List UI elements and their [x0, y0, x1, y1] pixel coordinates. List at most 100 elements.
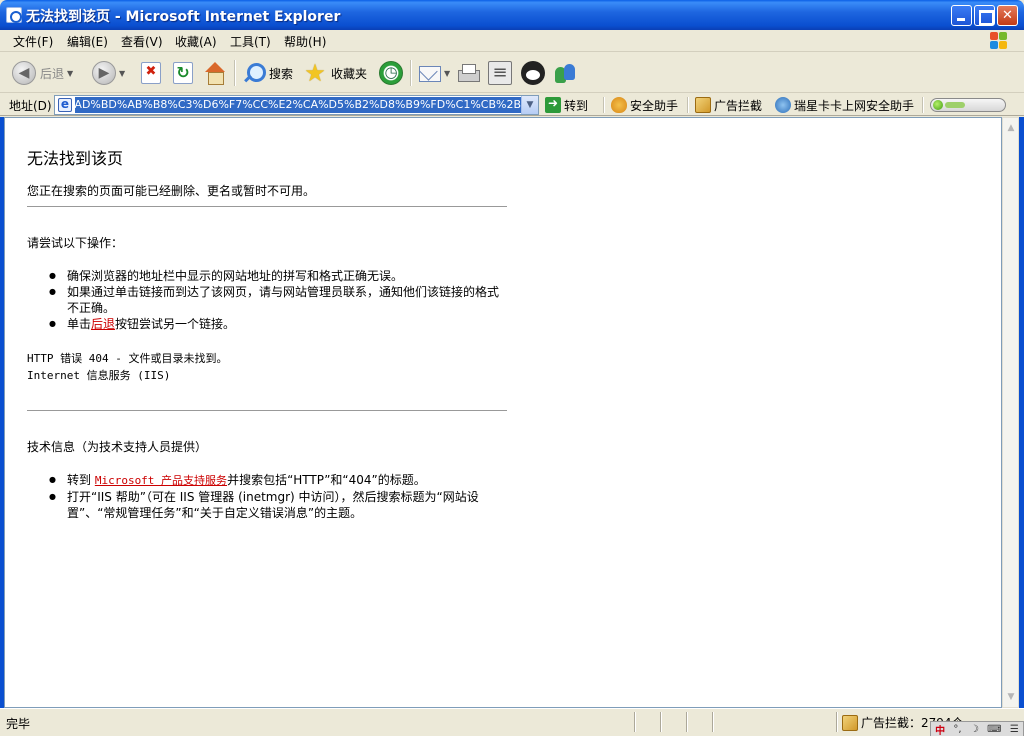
- ie-app-icon[interactable]: [6, 7, 22, 23]
- list-item-text: 确保浏览器的地址栏中显示的网站地址的拼写和格式正确无误。: [67, 269, 404, 283]
- try-list: 确保浏览器的地址栏中显示的网站地址的拼写和格式正确无误。 如果通过单击链接而到达…: [49, 268, 507, 332]
- menu-help[interactable]: 帮助(H): [284, 33, 326, 50]
- server-text: Internet 信息服务 (IIS): [27, 369, 171, 382]
- adblock-label: 广告拦截: [714, 98, 763, 113]
- status-text: 完毕: [6, 717, 31, 731]
- favorites-button[interactable]: 收藏夹: [303, 59, 367, 87]
- mail-dropdown-icon[interactable]: ▼: [444, 69, 450, 78]
- mail-icon: [417, 61, 441, 85]
- go-button[interactable]: 转到: [545, 96, 588, 114]
- forward-dropdown-icon[interactable]: ▼: [119, 69, 125, 78]
- ms-support-link[interactable]: Microsoft 产品支持服务: [95, 474, 227, 487]
- window-border-right: [1019, 117, 1024, 736]
- slider-fill: [945, 102, 965, 108]
- home-icon: [203, 61, 227, 85]
- print-button[interactable]: [456, 59, 480, 87]
- addressbar-separator: [687, 97, 689, 113]
- home-button[interactable]: [203, 59, 227, 87]
- addressbar-separator: [603, 97, 605, 113]
- list-item: 确保浏览器的地址栏中显示的网站地址的拼写和格式正确无误。: [49, 268, 507, 284]
- refresh-icon: [173, 62, 193, 84]
- security-label: 安全助手: [630, 98, 679, 113]
- list-item-text: 打开“IIS 帮助”（可在 IIS 管理器 (inetmgr) 中访问），然后搜…: [67, 490, 479, 520]
- menu-tools[interactable]: 工具(T): [230, 33, 271, 50]
- forward-icon: [92, 61, 116, 85]
- title-bar[interactable]: 无法找到该页 - Microsoft Internet Explorer: [0, 0, 1024, 30]
- forward-button[interactable]: ▼: [92, 59, 125, 87]
- menu-bar: 文件(F) 编辑(E) 查看(V) 收藏(A) 工具(T) 帮助(H): [0, 30, 1024, 52]
- addressbar-separator: [922, 97, 924, 113]
- favorites-icon: [303, 59, 327, 87]
- address-dropdown-icon[interactable]: ▼: [521, 96, 538, 114]
- list-item-text: 如果通过单击链接而到达了该网页，请与网站管理员联系，通知他们该链接的格式不正确。: [67, 285, 500, 315]
- shield-icon: [611, 97, 627, 113]
- slider-knob-icon[interactable]: [933, 100, 943, 110]
- go-label: 转到: [564, 98, 589, 113]
- tech-list: 转到 Microsoft 产品支持服务并搜索包括“HTTP”和“404”的标题。…: [49, 472, 507, 521]
- history-button[interactable]: [379, 59, 403, 87]
- menu-edit[interactable]: 编辑(E): [67, 33, 108, 50]
- statusbar-separator: [712, 712, 714, 732]
- messenger-button[interactable]: [553, 59, 577, 87]
- intro-text: 您正在搜索的页面可能已经删除、更名或暂时不可用。: [27, 184, 316, 198]
- page-content: 无法找到该页 您正在搜索的页面可能已经删除、更名或暂时不可用。 请尝试以下操作：…: [4, 117, 1002, 708]
- go-icon: [545, 96, 561, 113]
- divider: [27, 410, 507, 411]
- edit-icon: [488, 61, 512, 85]
- back-label: 后退: [40, 66, 65, 81]
- list-item: 打开“IIS 帮助”（可在 IIS 管理器 (inetmgr) 中访问），然后搜…: [49, 489, 507, 521]
- scroll-up-icon[interactable]: ▲: [1004, 120, 1018, 136]
- back-dropdown-icon[interactable]: ▼: [67, 69, 73, 78]
- ime-toolbar[interactable]: 中 °, ☽ ⌨ ☰: [930, 721, 1024, 736]
- search-button[interactable]: 搜索: [241, 59, 293, 87]
- close-button[interactable]: [997, 5, 1018, 26]
- list-item-text: 并搜索包括“HTTP”和“404”的标题。: [227, 473, 426, 487]
- standard-toolbar: 后退 ▼ ▼ 搜索 收藏夹 ▼: [0, 53, 1024, 93]
- security-level-slider[interactable]: [930, 98, 1006, 112]
- menu-file[interactable]: 文件(F): [13, 33, 53, 50]
- ime-punct-icon[interactable]: °,: [953, 724, 961, 735]
- windows-logo-icon: [988, 31, 1010, 51]
- page-icon: [58, 97, 72, 112]
- rising-label: 瑞星卡卡上网安全助手: [794, 98, 915, 113]
- search-label: 搜索: [269, 66, 294, 81]
- rising-assistant-button[interactable]: 瑞星卡卡上网安全助手: [775, 96, 914, 114]
- status-bar: 完毕 广告拦截：2794个 中 °, ☽ ⌨ ☰: [0, 708, 1024, 736]
- refresh-button[interactable]: [173, 59, 193, 87]
- menu-view[interactable]: 查看(V): [121, 33, 163, 50]
- menu-favorites[interactable]: 收藏(A): [175, 33, 217, 50]
- security-assistant-button[interactable]: 安全助手: [611, 96, 678, 114]
- ime-moon-icon[interactable]: ☽: [970, 724, 979, 735]
- qq-button[interactable]: [521, 59, 545, 87]
- favorites-label: 收藏夹: [331, 66, 368, 81]
- back-button[interactable]: 后退 ▼: [12, 59, 73, 87]
- ime-menu-icon[interactable]: ☰: [1010, 724, 1019, 735]
- toolbar-separator: [410, 60, 412, 86]
- maximize-button[interactable]: [974, 5, 995, 26]
- statusbar-separator: [634, 712, 636, 732]
- msn-icon: [553, 61, 577, 85]
- adblock-button[interactable]: 广告拦截: [695, 96, 762, 114]
- scroll-down-icon[interactable]: ▼: [1004, 689, 1018, 705]
- back-icon: [12, 61, 36, 85]
- list-item: 转到 Microsoft 产品支持服务并搜索包括“HTTP”和“404”的标题。: [49, 472, 507, 489]
- page-heading: 无法找到该页: [27, 149, 124, 168]
- vertical-scrollbar[interactable]: ▲ ▼: [1002, 117, 1019, 708]
- rising-icon: [775, 97, 791, 113]
- address-url[interactable]: BE%AD%BD%AB%B8%C3%D6%F7%CC%E2%CA%D5%B2%D…: [75, 97, 521, 113]
- address-input[interactable]: BE%AD%BD%AB%B8%C3%D6%F7%CC%E2%CA%D5%B2%D…: [54, 95, 539, 115]
- list-item: 单击后退按钮尝试另一个链接。: [49, 316, 507, 332]
- ime-logo-icon[interactable]: 中: [935, 722, 945, 736]
- list-item: 如果通过单击链接而到达了该网页，请与网站管理员联系，通知他们该链接的格式不正确。: [49, 284, 507, 316]
- minimize-button[interactable]: [951, 5, 972, 26]
- error-code-text: HTTP 错误 404 - 文件或目录未找到。: [27, 352, 228, 365]
- history-icon: [379, 61, 403, 85]
- edit-button[interactable]: [488, 59, 512, 87]
- back-link[interactable]: 后退: [91, 317, 115, 331]
- try-heading: 请尝试以下操作：: [27, 236, 124, 250]
- ime-keyboard-icon[interactable]: ⌨: [987, 724, 1001, 735]
- mail-button[interactable]: ▼: [417, 59, 450, 87]
- stop-button[interactable]: [141, 59, 161, 87]
- statusbar-separator: [660, 712, 662, 732]
- statusbar-separator: [836, 712, 838, 732]
